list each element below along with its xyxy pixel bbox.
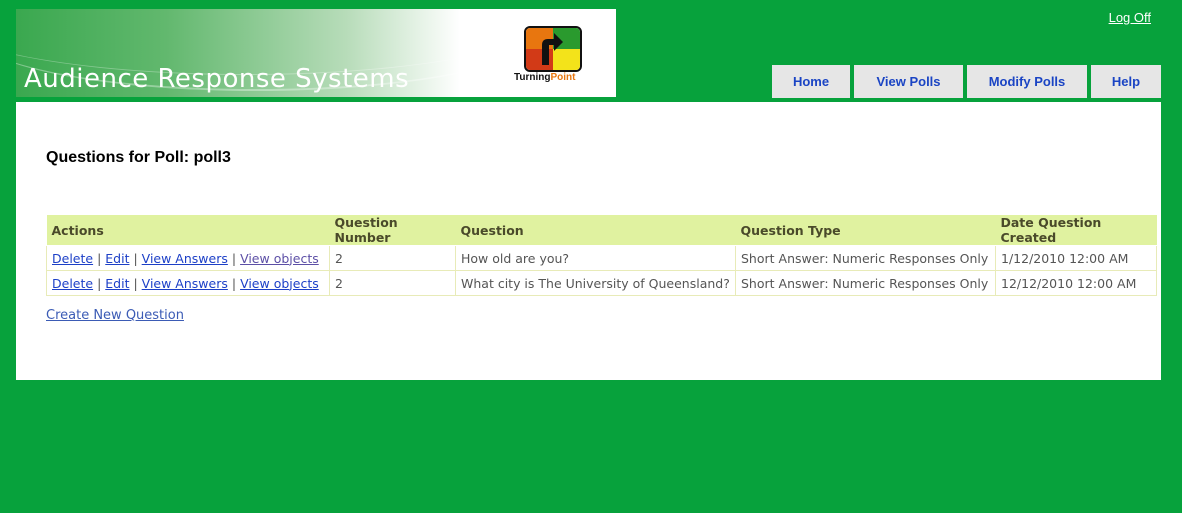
logo-wordmark: TurningPoint [514,72,575,83]
question-number-cell: 2 [329,245,456,271]
row-actions: Delete | Edit | View Answers | View obje… [46,245,330,271]
separator: | [231,275,237,291]
separator: | [231,250,237,266]
delete-link[interactable]: Delete [52,276,93,291]
questions-table: Actions Question Number Question Questio… [46,215,1157,296]
view-answers-link[interactable]: View Answers [142,251,228,266]
view-objects-link[interactable]: View objects [240,251,319,266]
page-title: Questions for Poll: poll3 [46,149,231,166]
edit-link[interactable]: Edit [105,251,129,266]
question-cell: What city is The University of Queenslan… [455,270,736,296]
table-row: Delete | Edit | View Answers | View obje… [46,245,1157,271]
tab-home[interactable]: Home [772,65,854,98]
col-actions-header: Actions [46,215,330,246]
edit-link[interactable]: Edit [105,276,129,291]
separator: | [97,275,102,291]
view-objects-link[interactable]: View objects [240,276,319,291]
separator: | [97,250,102,266]
logo-wordmark-a: Turning [514,72,551,83]
col-date-created-header: Date Question Created [995,215,1157,246]
main-nav: Home View Polls Modify Polls Help [772,65,1161,98]
tab-view-polls[interactable]: View Polls [854,65,967,98]
question-type-cell: Short Answer: Numeric Responses Only [735,270,996,296]
header-banner: Audience Response Systems TurningPoint [16,9,616,97]
tab-modify-polls[interactable]: Modify Polls [967,65,1091,98]
view-answers-link[interactable]: View Answers [142,276,228,291]
row-actions: Delete | Edit | View Answers | View obje… [46,270,330,296]
delete-link[interactable]: Delete [52,251,93,266]
logoff-link[interactable]: Log Off [1109,10,1151,25]
logo-wordmark-b: Point [550,72,576,83]
turningpoint-logo: TurningPoint [512,26,590,94]
question-cell: How old are you? [455,245,736,271]
logo-arrow-icon [542,33,563,65]
question-type-cell: Short Answer: Numeric Responses Only [735,245,996,271]
create-new-question-link[interactable]: Create New Question [46,308,184,323]
date-created-cell: 1/12/2010 12:00 AM [995,245,1157,271]
col-question-header: Question [455,215,736,246]
banner-title: Audience Response Systems [24,64,410,94]
tab-help[interactable]: Help [1091,65,1161,98]
col-question-number-header: Question Number [329,215,456,246]
table-header-row: Actions Question Number Question Questio… [46,215,1157,246]
separator: | [133,275,138,291]
date-created-cell: 12/12/2010 12:00 AM [995,270,1157,296]
col-question-type-header: Question Type [735,215,996,246]
table-row: Delete | Edit | View Answers | View obje… [46,270,1157,296]
content-panel: Questions for Poll: poll3 Actions Questi… [16,102,1161,380]
question-number-cell: 2 [329,270,456,296]
separator: | [133,250,138,266]
